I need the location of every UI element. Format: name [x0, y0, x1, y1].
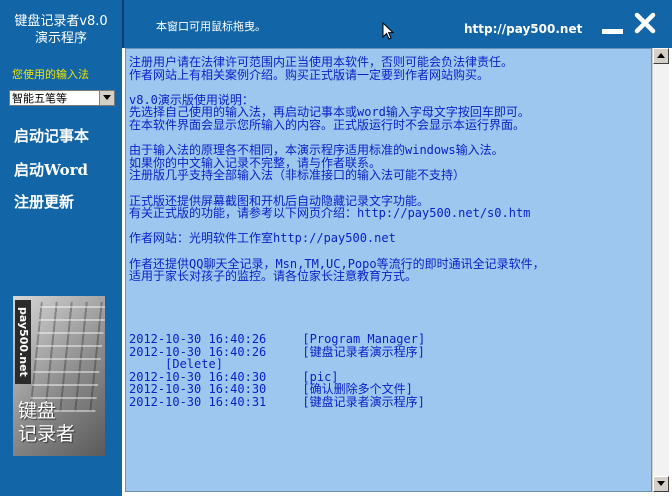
mouse-cursor-icon [382, 21, 395, 44]
scroll-up-button[interactable] [653, 48, 669, 64]
scroll-down-button[interactable] [653, 476, 669, 492]
vertical-scrollbar[interactable] [652, 48, 669, 492]
arrow-down-icon [657, 481, 665, 486]
launch-notepad-button[interactable]: 启动记事本 [14, 125, 89, 146]
app-title-line1: 键盘记录者v8.0 [14, 14, 108, 29]
keyboard-graphic [29, 302, 105, 412]
sidebar: 键盘记录者v8.0 演示程序 您使用的输入法 智能五笔等 启动记事本 启动Wor… [0, 0, 122, 496]
drag-hint: 本窗口可用鼠标拖曳。 [156, 20, 266, 33]
content-frame: 注册用户请在法律许可范围内正当使用本软件，否则可能会负法律责任。 作者网站上有相… [122, 48, 672, 496]
close-button[interactable] [634, 12, 656, 34]
log-panel[interactable]: 注册用户请在法律许可范围内正当使用本软件，否则可能会负法律责任。 作者网站上有相… [125, 48, 652, 492]
ime-label: 您使用的输入法 [12, 68, 89, 81]
logo-caption-line1: 键盘 [18, 400, 57, 422]
ime-select[interactable]: 智能五笔等 [9, 90, 115, 106]
site-url-link[interactable]: http://pay500.net [464, 22, 582, 36]
arrow-up-icon [657, 53, 665, 58]
product-logo: pay500.net 键盘 记录者 [13, 296, 105, 456]
ime-select-value: 智能五笔等 [12, 92, 67, 105]
logo-caption: 键盘 记录者 [18, 400, 75, 446]
close-icon [634, 12, 656, 34]
minimize-button[interactable] [602, 29, 623, 34]
app-title-line2: 演示程序 [34, 31, 87, 46]
title-bar[interactable]: 本窗口可用鼠标拖曳。 http://pay500.net [122, 0, 672, 48]
logo-caption-line2: 记录者 [18, 423, 76, 445]
chevron-down-icon[interactable] [99, 91, 114, 105]
logo-site-text: pay500.net [15, 300, 31, 384]
register-update-button[interactable]: 注册更新 [14, 191, 74, 212]
log-text: 注册用户请在法律许可范围内正当使用本软件，否则可能会负法律责任。 作者网站上有相… [129, 55, 545, 410]
launch-word-button[interactable]: 启动Word [14, 159, 88, 180]
app-title: 键盘记录者v8.0 演示程序 [0, 13, 122, 47]
